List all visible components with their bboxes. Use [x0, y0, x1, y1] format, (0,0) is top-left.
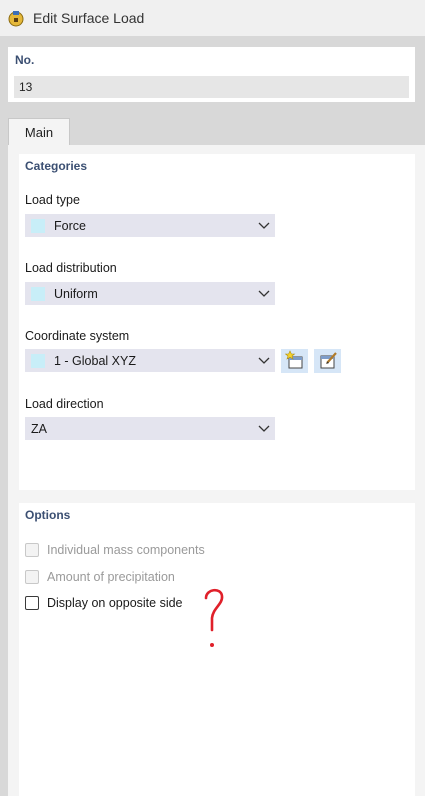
checkbox-label: Display on opposite side [47, 596, 183, 610]
checkbox-box [25, 596, 39, 610]
tab-main[interactable]: Main [8, 118, 70, 146]
load-type-value: Force [54, 218, 86, 233]
display-on-opposite-side-checkbox[interactable]: Display on opposite side [25, 596, 183, 610]
load-distribution-value: Uniform [54, 286, 98, 301]
chevron-down-icon [257, 219, 271, 233]
load-distribution-select[interactable]: Uniform [25, 282, 275, 305]
categories-group: Categories Load type Force Load distribu… [19, 154, 415, 490]
chevron-down-icon [257, 354, 271, 368]
checkbox-label: Individual mass components [47, 543, 205, 557]
load-distribution-label: Load distribution [25, 261, 117, 275]
options-title: Options [25, 508, 71, 522]
chevron-down-icon [257, 287, 271, 301]
number-label: No. [15, 53, 35, 67]
coordinate-system-swatch [31, 353, 45, 368]
coordinate-system-label: Coordinate system [25, 329, 130, 343]
checkbox-box [25, 570, 39, 584]
checkbox-label: Amount of precipitation [47, 570, 175, 584]
window-title: Edit Surface Load [33, 10, 145, 26]
question-mark-annotation [200, 585, 230, 654]
amount-of-precipitation-checkbox[interactable]: Amount of precipitation [25, 570, 175, 584]
individual-mass-components-checkbox[interactable]: Individual mass components [25, 543, 205, 557]
load-direction-label: Load direction [25, 397, 104, 411]
title-bar: Edit Surface Load [0, 0, 425, 36]
chevron-down-icon [257, 422, 271, 436]
edit-coordinate-system-button[interactable] [314, 349, 341, 373]
number-panel: No. 13 [8, 47, 415, 102]
surface-load-icon [7, 9, 25, 27]
load-distribution-swatch [31, 286, 45, 301]
load-direction-select[interactable]: ZA [25, 417, 275, 440]
load-type-select[interactable]: Force [25, 214, 275, 237]
number-field[interactable]: 13 [14, 76, 409, 98]
load-type-swatch [31, 218, 45, 233]
load-type-label: Load type [25, 193, 80, 207]
tab-strip: Main [0, 110, 425, 146]
load-direction-value: ZA [31, 421, 47, 436]
coordinate-system-select[interactable]: 1 - Global XYZ [25, 349, 275, 372]
new-item-icon [284, 349, 305, 373]
checkbox-box [25, 543, 39, 557]
categories-title: Categories [25, 159, 88, 173]
edit-item-icon [318, 350, 338, 373]
coordinate-system-value: 1 - Global XYZ [54, 353, 136, 368]
new-coordinate-system-button[interactable] [281, 349, 308, 373]
